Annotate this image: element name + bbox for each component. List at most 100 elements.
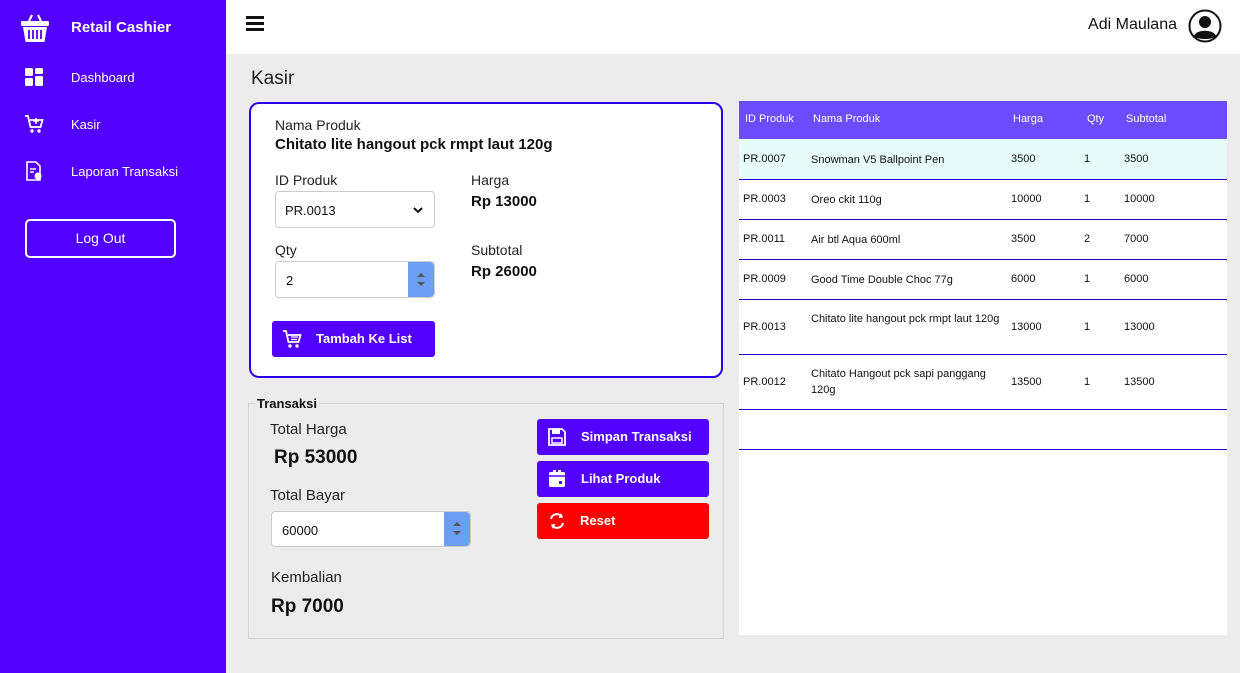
menu-toggle-icon[interactable] (246, 16, 266, 34)
cell-name: Snowman V5 Ballpoint Pen (811, 154, 945, 166)
add-to-list-button[interactable]: Tambah Ke List (272, 321, 435, 357)
cell-price: 13500 (1011, 376, 1042, 388)
basket-icon (21, 14, 49, 42)
logout-button[interactable]: Log Out (25, 219, 176, 258)
cell-price: 3500 (1011, 233, 1036, 245)
cell-name: Chitato Hangout pck sapi panggang 120g (811, 368, 986, 396)
column-header-price[interactable]: Harga (1013, 113, 1043, 125)
sidebar-item-label: Kasir (71, 117, 101, 132)
table-row[interactable]: PR.0007 Snowman V5 Ballpoint Pen 3500 1 … (739, 139, 1227, 180)
cell-id: PR.0007 (743, 153, 786, 165)
table-header: ID Produk Nama Produk Harga Qty Subtotal (739, 101, 1227, 139)
cell-subtotal: 10000 (1124, 193, 1155, 205)
product-id-select[interactable]: PR.0013 (275, 191, 435, 228)
transaction-legend: Transaksi (255, 396, 319, 411)
cell-subtotal: 13000 (1124, 321, 1155, 333)
cell-qty: 1 (1084, 376, 1091, 388)
dashboard-icon (25, 68, 43, 86)
change-label: Kembalian (271, 569, 342, 586)
add-to-list-label: Tambah Ke List (316, 331, 412, 346)
cell-id: PR.0012 (743, 376, 786, 388)
total-paid-value: 60000 (282, 523, 319, 538)
view-products-label: Lihat Produk (581, 471, 661, 486)
column-header-subtotal[interactable]: Subtotal (1126, 113, 1166, 125)
report-icon (26, 161, 42, 181)
stepper-arrows-icon (417, 273, 425, 286)
cell-price: 6000 (1011, 273, 1036, 285)
qty-value: 2 (286, 273, 294, 288)
refresh-icon (550, 513, 564, 529)
price-label: Harga (471, 172, 510, 188)
user-name: Adi Maulana (1088, 16, 1177, 33)
price-value: Rp 13000 (471, 193, 537, 210)
table-row[interactable]: PR.0009 Good Time Double Choc 77g 6000 1… (739, 260, 1227, 300)
total-price-label: Total Harga (270, 421, 347, 438)
cart-icon (25, 115, 44, 133)
reset-label: Reset (580, 513, 616, 528)
sidebar: Retail Cashier Dashboard Kasir Laporan T… (0, 0, 226, 673)
total-paid-label: Total Bayar (270, 487, 346, 504)
floppy-disk-icon (548, 428, 566, 446)
cell-name: Oreo ckit 110g (811, 194, 882, 206)
table-row[interactable]: PR.0012 Chitato Hangout pck sapi panggan… (739, 355, 1227, 410)
change-value: Rp 7000 (271, 596, 344, 617)
total-price-value: Rp 53000 (274, 447, 358, 468)
cell-id: PR.0009 (743, 273, 786, 285)
qty-label: Qty (275, 242, 297, 258)
cell-price: 3500 (1011, 153, 1036, 165)
column-header-name[interactable]: Nama Produk (813, 113, 880, 125)
cell-qty: 1 (1084, 193, 1091, 205)
cell-subtotal: 3500 (1124, 153, 1149, 165)
view-products-button[interactable]: Lihat Produk (537, 461, 709, 497)
table-row-empty[interactable] (739, 410, 1227, 450)
table-row[interactable]: PR.0003 Oreo ckit 110g 10000 1 10000 (739, 180, 1227, 220)
sidebar-item-dashboard[interactable]: Dashboard (0, 57, 226, 97)
table-row[interactable]: PR.0011 Air btl Aqua 600ml 3500 2 7000 (739, 220, 1227, 260)
sidebar-item-label: Laporan Transaksi (71, 164, 178, 179)
save-transaction-label: Simpan Transaksi (581, 429, 692, 444)
cell-name: Chitato lite hangout pck rmpt laut 120g (811, 313, 1000, 325)
page-title: Kasir (251, 68, 295, 89)
product-box-icon (549, 470, 565, 487)
cell-name: Good Time Double Choc 77g (811, 274, 953, 286)
sidebar-item-kasir[interactable]: Kasir (0, 104, 226, 144)
qty-stepper[interactable]: 2 (275, 261, 435, 298)
cell-id: PR.0011 (743, 233, 785, 245)
product-id-label: ID Produk (275, 172, 338, 188)
stepper-arrows[interactable] (444, 512, 470, 546)
subtotal-value: Rp 26000 (471, 263, 537, 280)
product-name-value: Chitato lite hangout pck rmpt laut 120g (275, 136, 553, 153)
product-name-label: Nama Produk (275, 117, 361, 133)
cell-price: 13000 (1011, 321, 1042, 333)
stepper-arrows-icon (453, 522, 461, 535)
cell-qty: 1 (1084, 153, 1091, 165)
cell-qty: 2 (1084, 233, 1091, 245)
cell-id: PR.0013 (743, 321, 786, 333)
save-transaction-button[interactable]: Simpan Transaksi (537, 419, 709, 455)
cell-price: 10000 (1011, 193, 1042, 205)
column-header-id[interactable]: ID Produk (745, 113, 794, 125)
subtotal-label: Subtotal (471, 242, 523, 258)
product-card: Nama Produk Chitato lite hangout pck rmp… (249, 102, 723, 378)
cell-subtotal: 7000 (1124, 233, 1149, 245)
brand: Retail Cashier (0, 0, 226, 56)
reset-button[interactable]: Reset (537, 503, 709, 539)
cell-qty: 1 (1084, 273, 1091, 285)
brand-title: Retail Cashier (71, 19, 172, 36)
cart-icon (283, 330, 302, 348)
total-paid-input[interactable]: 60000 (271, 511, 471, 547)
avatar-icon[interactable] (1188, 9, 1222, 43)
chevron-down-icon (413, 207, 423, 214)
cell-id: PR.0003 (743, 193, 786, 205)
column-header-qty[interactable]: Qty (1087, 113, 1104, 125)
stepper-arrows[interactable] (408, 262, 434, 297)
topbar: Adi Maulana (226, 0, 1240, 54)
cell-subtotal: 6000 (1124, 273, 1149, 285)
cell-subtotal: 13500 (1124, 376, 1155, 388)
sidebar-item-label: Dashboard (71, 70, 135, 85)
sidebar-item-laporan-transaksi[interactable]: Laporan Transaksi (0, 151, 226, 191)
cell-qty: 1 (1084, 321, 1091, 333)
cart-table: ID Produk Nama Produk Harga Qty Subtotal… (739, 101, 1227, 635)
table-row[interactable]: PR.0013 Chitato lite hangout pck rmpt la… (739, 300, 1227, 355)
cell-name: Air btl Aqua 600ml (811, 234, 901, 246)
